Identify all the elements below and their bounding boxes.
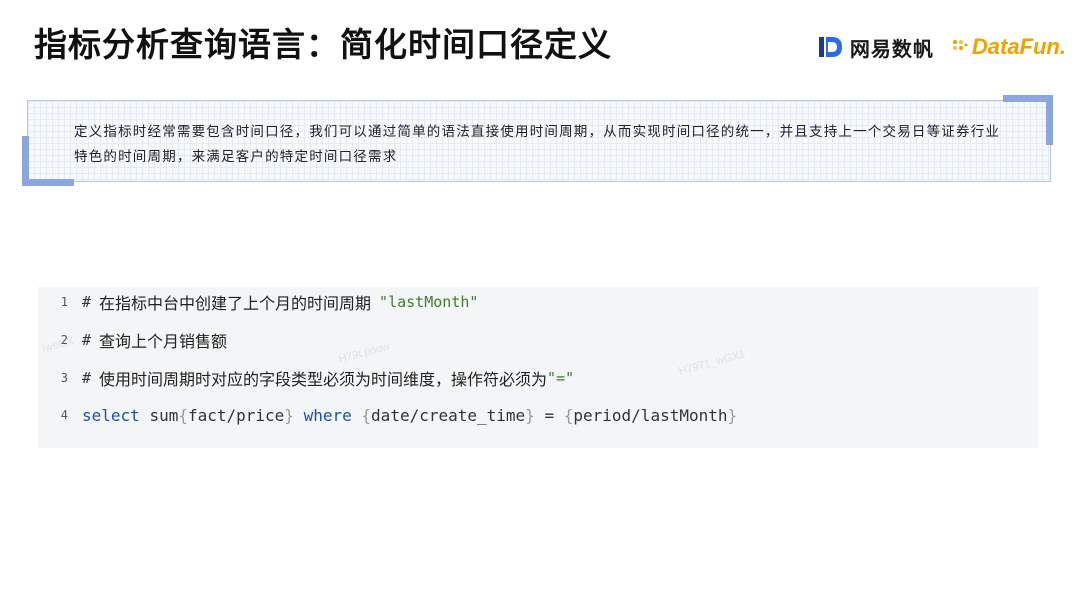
line-number: 1 — [60, 295, 68, 309]
code-brace: { — [178, 405, 188, 425]
code-string: "=" — [547, 369, 575, 387]
comment-marker: # — [82, 293, 92, 311]
logo-bar: 网易数帆 DataFun. — [818, 30, 1066, 64]
code-comment: 在指标中台中创建了上个月的时间周期 — [99, 294, 372, 313]
code-string: "lastMonth" — [379, 293, 479, 311]
comment-marker: # — [82, 369, 92, 387]
code-argument: period/lastMonth — [573, 405, 728, 425]
code-brace: { — [563, 405, 574, 425]
watermark: H7971_wGX1 — [677, 348, 747, 378]
datafun-dots-icon — [952, 40, 968, 50]
comment-marker: # — [82, 331, 92, 349]
code-comment: 使用时间周期时对应的字段类型必须为时间维度，操作符必须为 — [99, 370, 548, 389]
code-brace: } — [284, 405, 294, 425]
code-keyword-where: where — [303, 405, 352, 425]
line-number: 4 — [60, 408, 68, 422]
code-argument: date/create_time — [371, 405, 526, 425]
datafun-logo: DataFun. — [952, 34, 1066, 60]
line-number: 3 — [60, 371, 68, 385]
code-brace: } — [727, 405, 738, 425]
code-function: sum — [149, 405, 179, 425]
code-brace: { — [361, 405, 372, 425]
netease-logo-text: 网易数帆 — [849, 36, 934, 61]
code-brace: } — [525, 405, 535, 425]
code-block: iweGX H79Lpoow H7971_wGX1 1 # 在指标中台中创建了上… — [38, 287, 1038, 448]
code-keyword-select: select — [82, 405, 140, 425]
netease-mark-icon — [818, 37, 842, 57]
code-argument: fact/price — [187, 405, 285, 425]
watermark: H79Lpoow — [337, 340, 392, 366]
code-line-2: 2 # 查询上个月销售额 — [38, 325, 227, 355]
code-line-1: 1 # 在指标中台中创建了上个月的时间周期 "lastMonth" — [38, 287, 479, 317]
datafun-logo-text: DataFun. — [971, 34, 1066, 59]
callout-text: 定义指标时经常需要包含时间口径，我们可以通过简单的语法直接使用时间周期，从而实现… — [74, 124, 1001, 165]
slide-title: 指标分析查询语言：简化时间口径定义 — [34, 25, 612, 64]
line-number: 2 — [60, 333, 68, 347]
callout-corner-bottom-left — [22, 136, 74, 186]
netease-logo: 网易数帆 — [818, 33, 934, 62]
code-line-4: 4 select sum { fact/price } where { date… — [38, 400, 737, 430]
description-callout: 定义指标时经常需要包含时间口径，我们可以通过简单的语法直接使用时间周期，从而实现… — [22, 95, 1053, 186]
code-line-3: 3 # 使用时间周期时对应的字段类型必须为时间维度，操作符必须为 "=" — [38, 363, 574, 393]
code-comment: 查询上个月销售额 — [99, 332, 228, 351]
code-operator: = — [544, 405, 555, 425]
